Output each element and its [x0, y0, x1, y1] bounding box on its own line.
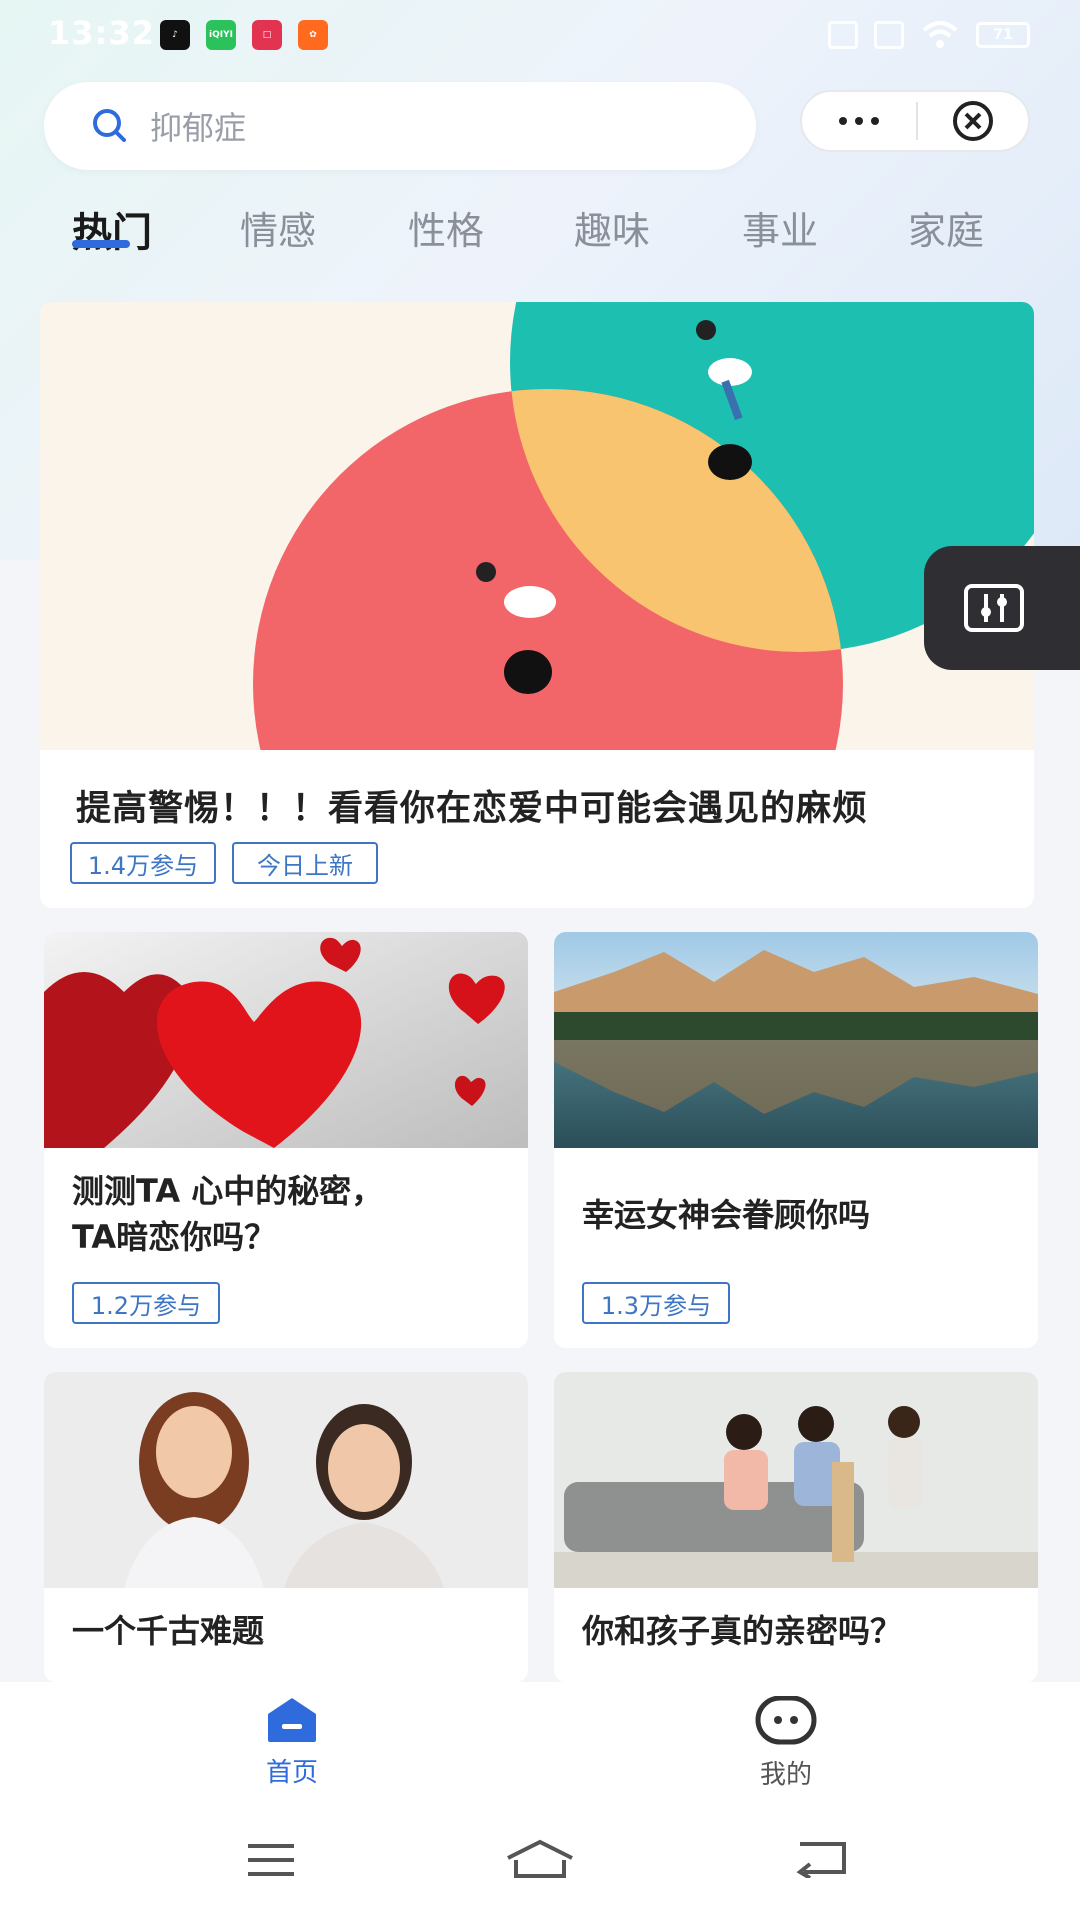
- category-tabs: 热门 情感 性格 趣味 事业 家庭: [0, 200, 1080, 270]
- sim-icon: [874, 21, 904, 49]
- quiz-card[interactable]: 一个千古难题: [44, 1372, 528, 1682]
- nav-profile-label: 我的: [759, 1760, 812, 1790]
- card-title: 你和孩子真的亲密吗？: [582, 1612, 903, 1650]
- tab-hot[interactable]: 热门: [72, 200, 152, 258]
- card-title-line2: TA暗恋你吗？: [72, 1218, 277, 1256]
- lake-image: [554, 932, 1038, 1148]
- close-icon: [953, 101, 993, 141]
- back-icon[interactable]: [796, 1838, 852, 1878]
- system-navigation-bar: [0, 1812, 1080, 1920]
- card-title: 幸运女神会眷顾你吗: [582, 1196, 871, 1234]
- tiktok-icon: ♪: [160, 20, 190, 50]
- participants-tag: 1.2万参与: [72, 1282, 220, 1324]
- family-image: [554, 1372, 1038, 1588]
- search-input[interactable]: 抑郁症: [150, 103, 246, 149]
- close-button[interactable]: [918, 92, 1028, 150]
- tab-fun[interactable]: 趣味: [574, 200, 650, 255]
- hearts-image: [44, 932, 528, 1148]
- tab-emotion[interactable]: 情感: [240, 200, 316, 255]
- quiz-card[interactable]: 测测TA 心中的秘密， TA暗恋你吗？ 1.2万参与: [44, 932, 528, 1348]
- participants-tag: 1.4万参与: [70, 842, 216, 884]
- tab-family[interactable]: 家庭: [908, 200, 984, 255]
- battery-indicator: 71: [976, 22, 1030, 48]
- card-title: 测测TA 心中的秘密，: [72, 1172, 384, 1210]
- new-today-tag: 今日上新: [232, 842, 378, 884]
- iqiyi-icon: iQIYI: [206, 20, 236, 50]
- nav-profile[interactable]: 我的: [706, 1696, 866, 1791]
- nav-home-label: 首页: [265, 1758, 318, 1788]
- miniprogram-capsule: [800, 90, 1030, 152]
- battery-level: 71: [993, 27, 1013, 43]
- tab-personality[interactable]: 性格: [408, 200, 484, 255]
- nav-home[interactable]: 首页: [212, 1696, 372, 1789]
- more-dots-icon: [839, 117, 879, 125]
- active-tab-indicator: [72, 240, 130, 248]
- card-title: 一个千古难题: [72, 1612, 265, 1650]
- tab-career[interactable]: 事业: [742, 200, 818, 255]
- featured-title: 提高警惕！！！看看你在恋爱中可能会遇见的麻烦: [76, 789, 869, 829]
- status-bar: 13:32 ♪ iQIYI □ ✿ 71: [0, 0, 1080, 70]
- app-red-icon: □: [252, 20, 282, 50]
- status-time: 13:32: [48, 14, 155, 52]
- home-icon: [268, 1698, 316, 1742]
- more-button[interactable]: [802, 92, 916, 150]
- vibrate-icon: [828, 21, 858, 49]
- home-nav-icon[interactable]: [504, 1838, 576, 1880]
- women-image: [44, 1372, 528, 1588]
- search-bar[interactable]: 抑郁症: [44, 82, 756, 170]
- bottom-tab-bar: 首页 我的: [0, 1682, 1080, 1812]
- menu-icon[interactable]: [246, 1842, 296, 1878]
- quiz-card[interactable]: 你和孩子真的亲密吗？: [554, 1372, 1038, 1682]
- quiz-card[interactable]: 幸运女神会眷顾你吗 1.3万参与: [554, 932, 1038, 1348]
- participants-tag: 1.3万参与: [582, 1282, 730, 1324]
- filter-button[interactable]: [924, 546, 1080, 670]
- featured-quiz-card[interactable]: 提高警惕！！！看看你在恋爱中可能会遇见的麻烦 1.4万参与 今日上新: [40, 302, 1034, 908]
- wifi-icon: [922, 21, 958, 48]
- kuaishou-icon: ✿: [298, 20, 328, 50]
- search-icon: [93, 109, 126, 142]
- sliders-icon: [964, 584, 1024, 632]
- profile-icon: [755, 1696, 817, 1745]
- featured-illustration: [40, 302, 1034, 750]
